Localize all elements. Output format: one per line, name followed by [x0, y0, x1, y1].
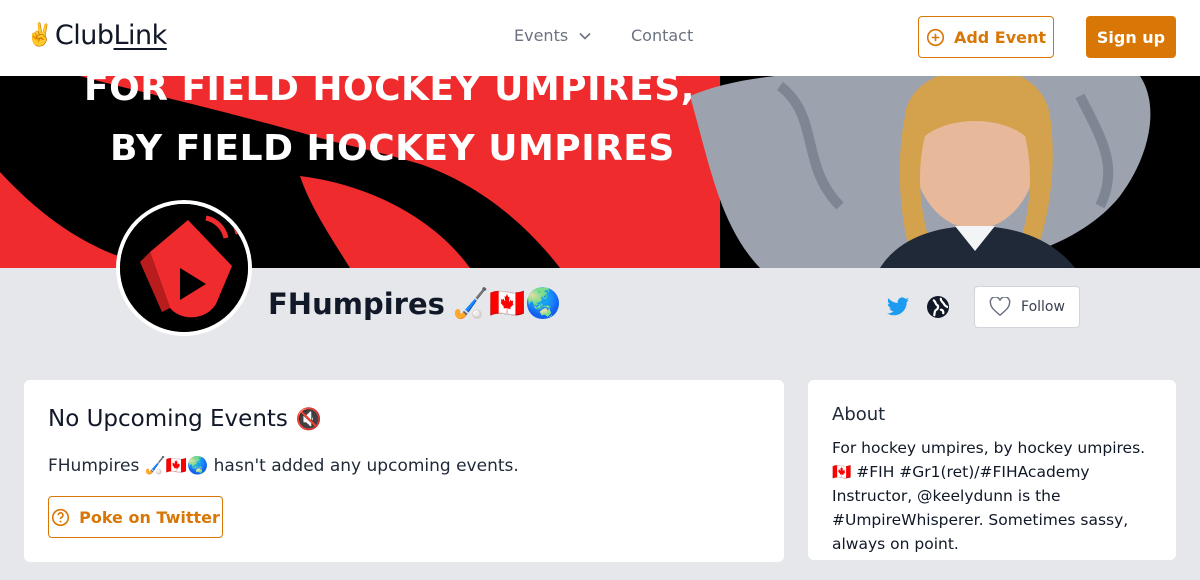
club-name-text: FHumpires [268, 286, 445, 321]
follow-button[interactable]: Follow [974, 286, 1080, 328]
follow-label: Follow [1021, 299, 1065, 315]
upcoming-events-title: No Upcoming Events [48, 406, 288, 432]
poke-on-twitter-button[interactable]: Poke on Twitter [48, 496, 223, 538]
banner-line-1: FOR FIELD HOCKEY UMPIRES, [84, 76, 695, 109]
upcoming-events-card: No Upcoming Events 🔇 FHumpires 🏑🇨🇦🌏 hasn… [24, 380, 784, 562]
question-circle-icon [52, 508, 70, 526]
chevron-down-icon [579, 32, 591, 40]
heart-icon [989, 297, 1011, 317]
add-event-button[interactable]: Add Event [918, 16, 1054, 58]
globe-icon [927, 296, 949, 318]
add-event-label: Add Event [953, 27, 1047, 47]
nav-contact-link[interactable]: Contact [631, 26, 693, 45]
about-description: For hockey umpires, by hockey umpires. 🇨… [832, 439, 1146, 553]
top-navbar: ✌️ Club Link Events Contact Add Event Sig… [0, 0, 1200, 76]
sign-up-button[interactable]: Sign up [1086, 16, 1176, 58]
about-heading: About [832, 404, 886, 425]
twitter-link[interactable] [886, 295, 910, 319]
nav-events-dropdown[interactable]: Events [514, 26, 592, 45]
website-link[interactable] [926, 295, 950, 319]
whistle-logo-icon [120, 204, 248, 332]
about-card: About For hockey umpires, by hockey umpi… [808, 380, 1176, 560]
twitter-icon [887, 297, 909, 316]
clublink-logo[interactable]: ✌️ Club Link [26, 20, 167, 51]
banner-line-2: BY FIELD HOCKEY UMPIRES [110, 128, 675, 169]
nav-events-label: Events [514, 26, 569, 45]
plus-circle-icon [926, 28, 945, 46]
club-avatar [116, 200, 252, 336]
club-name-heading: FHumpires 🏑🇨🇦🌏 [268, 286, 561, 321]
upcoming-events-heading: No Upcoming Events 🔇 [48, 406, 322, 432]
logo-text-club: Club [54, 20, 114, 51]
muted-speaker-icon: 🔇 [295, 406, 323, 431]
logo-text-link: Link [113, 20, 168, 51]
club-name-emoji: 🏑🇨🇦🌏 [452, 286, 562, 320]
poke-on-twitter-label: Poke on Twitter [79, 507, 220, 527]
no-events-message: FHumpires 🏑🇨🇦🌏 hasn't added any upcoming… [48, 456, 519, 476]
peace-hand-icon: ✌️ [26, 23, 53, 48]
